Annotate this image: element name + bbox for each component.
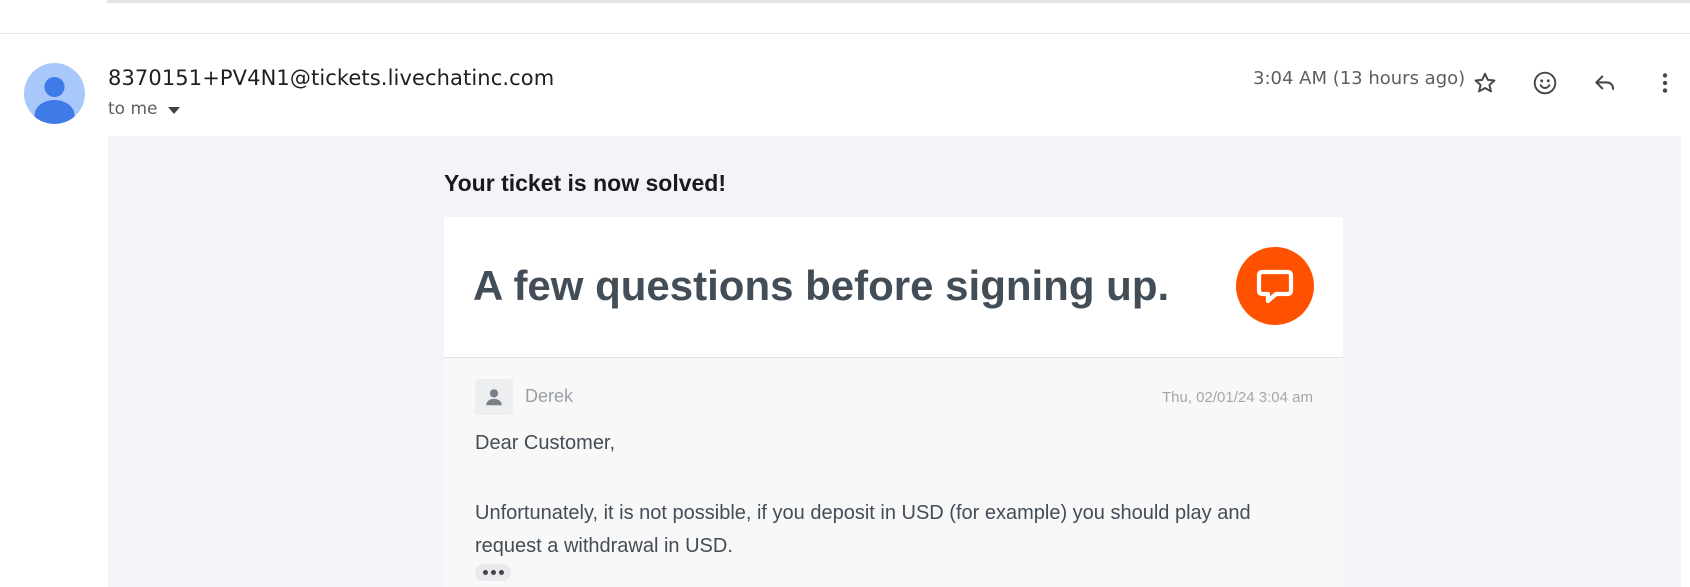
reply-icon [1595,75,1615,90]
sender-address: 8370151+PV4N1@tickets.livechatinc.com [108,66,555,90]
more-options-button[interactable] [1645,63,1685,103]
ticket-heading: Your ticket is now solved! [444,170,727,196]
chevron-down-icon[interactable] [167,106,180,114]
recipient-label: to me [108,99,158,119]
reply-button[interactable] [1585,63,1625,103]
star-icon [1474,72,1496,93]
card-title: A few questions before signing up. [473,262,1170,309]
header-divider [0,33,1690,34]
emoji-reaction-icon [1533,71,1557,95]
message-body: Unfortunately, it is not possible, if yo… [475,502,1251,557]
dot [490,570,496,575]
more-vert-icon [1662,73,1668,93]
star-button[interactable] [1465,63,1505,103]
dot [482,570,488,575]
livechat-logo-icon [1256,269,1294,304]
sender-avatar[interactable] [24,63,85,124]
livechat-logo [1236,247,1314,325]
show-trimmed-content-button[interactable] [475,564,511,581]
message-date: Thu, 02/01/24 3:04 am [1162,389,1313,406]
email-timestamp: 3:04 AM (13 hours ago) [1253,68,1466,89]
person-icon [486,389,502,406]
person-avatar-icon [34,77,75,124]
top-strip [107,0,1690,3]
dot [498,570,504,575]
agent-name: Derek [525,386,574,406]
agent-avatar [475,379,513,415]
recipient-details[interactable]: to me [108,99,180,119]
emoji-reaction-button[interactable] [1525,63,1565,103]
message-greeting: Dear Customer, [475,432,616,454]
